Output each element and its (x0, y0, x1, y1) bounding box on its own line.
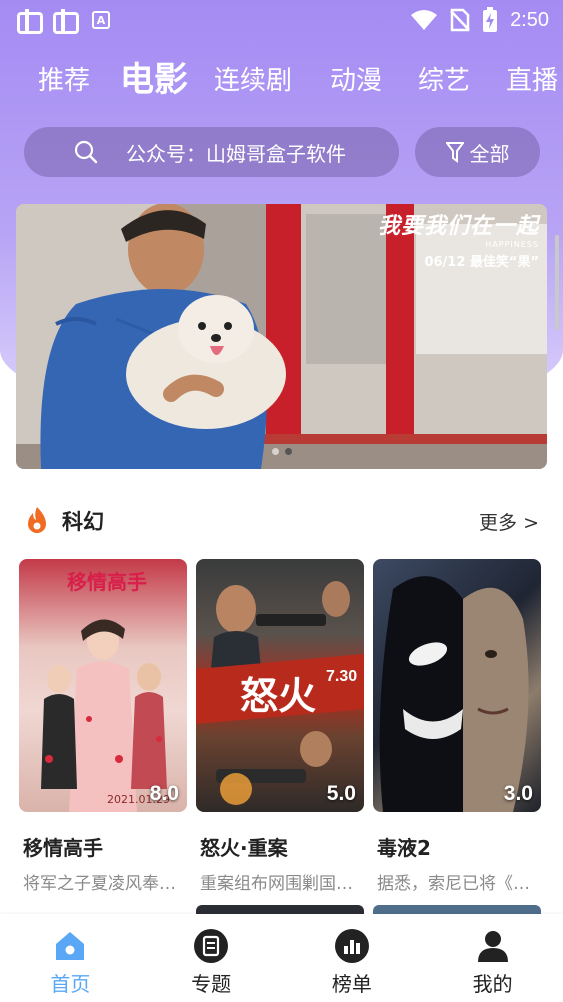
filter-label: 全部 (469, 141, 510, 166)
movie-description: 据悉，索尼已将《… (377, 874, 530, 894)
banner-subtitle: 06/12 最佳笑“果” (424, 255, 539, 270)
poster-art: 怒火 7.30 (196, 581, 364, 805)
bug-icon (50, 9, 79, 34)
poster-art: 移情高手 2021.01.29 (41, 570, 170, 812)
banner-title: 我要我们在一起 (377, 214, 539, 239)
tab-series[interactable]: 连续剧 (214, 60, 292, 97)
rating-score: 8.0 (149, 782, 179, 805)
bottom-navigation: 首页 专题 榜单 我的 (0, 914, 563, 1002)
more-link[interactable]: 更多 > (479, 508, 539, 535)
movie-poster[interactable]: 移情高手 2021.01.29 8.0 (19, 559, 187, 812)
movie-poster[interactable]: 怒火 7.30 5.0 (196, 559, 364, 812)
category-tabs: 推荐 电影 连续剧 动漫 综艺 直播 (0, 48, 563, 108)
nav-rankings[interactable]: 榜单 (282, 914, 423, 1002)
nav-home[interactable]: 首页 (0, 914, 141, 1002)
poster-art (379, 576, 529, 812)
movie-description: 将军之子夏凌风奉… (23, 874, 176, 894)
wifi-icon (411, 10, 438, 30)
nav-label: 榜单 (331, 972, 372, 996)
search-placeholder: 公众号：山姆哥盒子软件 (126, 141, 346, 166)
movie-card[interactable]: 3.0 毒液2 据悉，索尼已将《… (373, 559, 541, 894)
search-icon (74, 140, 98, 164)
user-icon (477, 931, 508, 962)
rating-score: 5.0 (326, 782, 356, 805)
nav-label: 专题 (191, 972, 232, 996)
tab-movies[interactable]: 电影 (120, 52, 188, 101)
banner-carousel[interactable]: 我要我们在一起 HAPPINESS 06/12 最佳笑“果” (16, 204, 547, 469)
nav-topics[interactable]: 专题 (141, 914, 282, 1002)
a-icon: A (92, 11, 110, 29)
movie-poster[interactable]: 3.0 (373, 559, 541, 812)
topic-icon (194, 929, 229, 963)
movie-card[interactable]: 移情高手 2021.01.29 8.0 移情高手 将军之子夏凌风奉… (19, 559, 187, 894)
rating-score: 3.0 (503, 782, 533, 805)
flame-icon (28, 507, 46, 533)
poster-date: 7.30 (326, 668, 357, 685)
filter-icon (445, 142, 464, 163)
section-title: 科幻 (62, 510, 104, 534)
tab-recommend[interactable]: 推荐 (38, 60, 90, 97)
tab-variety[interactable]: 综艺 (418, 60, 470, 97)
poster-title: 怒火 (240, 673, 316, 718)
battery-charging-icon (483, 7, 498, 32)
bug-icon (14, 9, 43, 34)
section-header: 科幻 更多 > (24, 503, 539, 539)
tab-live[interactable]: 直播 (506, 60, 558, 97)
no-sim-icon (450, 8, 470, 32)
carousel-indicator (16, 448, 547, 455)
nav-label: 我的 (472, 972, 513, 996)
status-bar: A 2:50 (0, 0, 563, 40)
filter-button[interactable]: 全部 (415, 127, 540, 177)
movie-title[interactable]: 移情高手 (23, 832, 187, 861)
movie-card[interactable]: 怒火 7.30 5.0 怒火·重案 重案组布网围剿国… (196, 559, 364, 894)
chart-icon (334, 929, 369, 963)
search-row: 公众号：山姆哥盒子软件 全部 (24, 127, 540, 177)
clock: 2:50 (510, 8, 549, 31)
carousel-dot[interactable] (271, 448, 279, 455)
banner-logo-sub: HAPPINESS (485, 240, 539, 249)
movie-description: 重案组布网围剿国… (200, 874, 353, 894)
poster-title: 移情高手 (67, 570, 147, 594)
scrollbar[interactable] (555, 235, 559, 330)
tab-anime[interactable]: 动漫 (330, 60, 382, 97)
banner-caption: 我要我们在一起 HAPPINESS 06/12 最佳笑“果” (378, 208, 539, 270)
search-input[interactable]: 公众号：山姆哥盒子软件 (24, 127, 399, 177)
nav-profile[interactable]: 我的 (422, 914, 563, 1002)
carousel-dot-active[interactable] (284, 448, 292, 455)
movie-title[interactable]: 毒液2 (377, 832, 541, 861)
home-icon (56, 932, 85, 960)
nav-label: 首页 (50, 972, 91, 996)
movie-title[interactable]: 怒火·重案 (200, 832, 364, 861)
